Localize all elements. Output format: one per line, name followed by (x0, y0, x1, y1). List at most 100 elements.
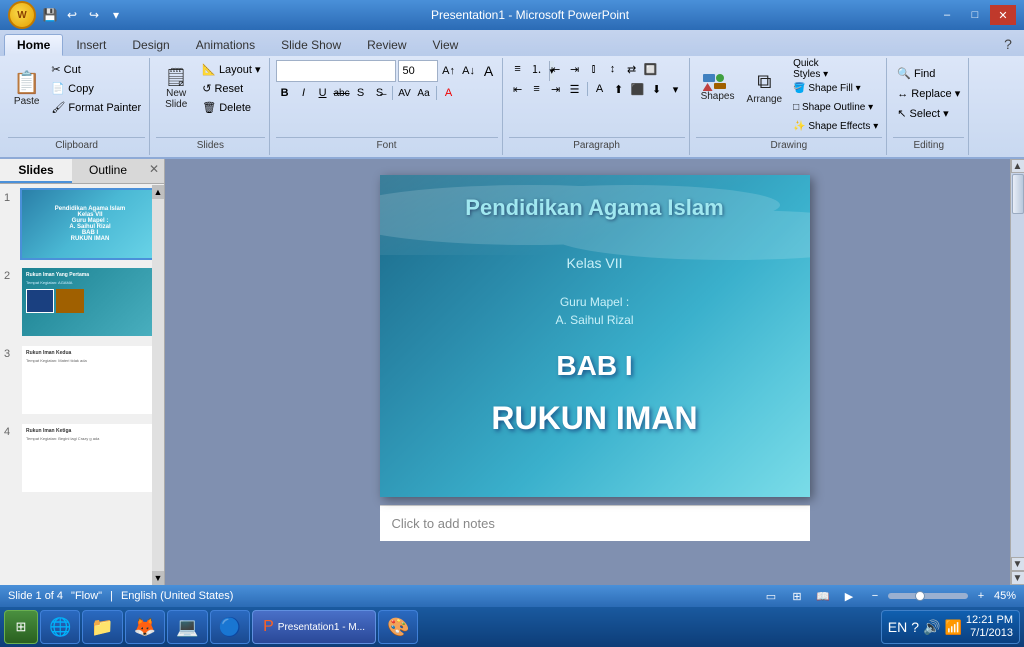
network-icon[interactable]: 📶 (944, 619, 961, 636)
slide-thumbnail-3[interactable]: 3 Rukun Iman Kedua Tempat Kegiatan: Mate… (4, 344, 160, 416)
shadow-btn[interactable]: S (352, 84, 370, 102)
help-icon[interactable]: ? (996, 32, 1020, 56)
justify-btn[interactable]: ☰ (566, 80, 584, 98)
font-name-combo[interactable]: ▾ (276, 60, 396, 82)
text-direction-btn[interactable]: ⇄ (623, 60, 641, 78)
tab-home[interactable]: Home (4, 34, 63, 56)
decrease-font-btn[interactable]: A↓ (460, 62, 478, 80)
align-top-btn[interactable]: ⬆ (610, 80, 628, 98)
lang-indicator[interactable]: EN (888, 619, 907, 635)
tab-design[interactable]: Design (119, 34, 182, 56)
cut-button[interactable]: ✂ Cut (47, 60, 145, 78)
align-center-btn[interactable]: ≡ (528, 80, 546, 98)
copy-button[interactable]: 📄 Copy (47, 79, 145, 97)
shape-outline-button[interactable]: □ Shape Outline ▾ (789, 98, 882, 116)
find-button[interactable]: 🔍 Find (893, 64, 939, 82)
volume-icon[interactable]: 🔊 (923, 619, 940, 636)
bold-btn[interactable]: B (276, 84, 294, 102)
notes-area[interactable]: Click to add notes (380, 505, 810, 541)
shapes-button[interactable]: Shapes (696, 60, 740, 116)
scroll-down-button[interactable]: ▼ (1011, 571, 1024, 585)
paste-button[interactable]: 📋 Paste (8, 60, 45, 116)
slide-sorter-icon[interactable]: ⊞ (788, 589, 806, 603)
align-bottom-btn[interactable]: ⬇ (648, 80, 666, 98)
clear-font-btn[interactable]: A (480, 62, 498, 80)
start-button[interactable]: ⊞ (4, 610, 38, 644)
increase-indent-btn[interactable]: ⇥ (566, 60, 584, 78)
scroll-up-arrow[interactable]: ▲ (152, 185, 164, 199)
slide-thumb-1[interactable]: Pendidikan Agama IslamKelas VIIGuru Mape… (20, 188, 160, 260)
italic-btn[interactable]: I (295, 84, 313, 102)
text-options-btn[interactable]: ▾ (667, 80, 685, 98)
columns-btn[interactable]: ⫾ (585, 60, 603, 78)
close-button[interactable]: ✕ (990, 5, 1016, 25)
scroll-up-button[interactable]: ▲ (1011, 159, 1024, 173)
zoom-slider[interactable] (888, 593, 968, 599)
align-middle-btn[interactable]: ⬛ (629, 80, 647, 98)
reset-button[interactable]: ↺ Reset (198, 79, 264, 97)
slide-thumbnail-2[interactable]: 2 Rukun Iman Yang Pertama Tempat Kegiata… (4, 266, 160, 338)
tab-review[interactable]: Review (354, 34, 419, 56)
tab-insert[interactable]: Insert (63, 34, 119, 56)
slide-thumb-3[interactable]: Rukun Iman Kedua Tempat Kegiatan: Materi… (20, 344, 160, 416)
scroll-down-arrow[interactable]: ▼ (152, 571, 164, 585)
outline-tab[interactable]: Outline (72, 159, 144, 183)
tab-view[interactable]: View (420, 34, 472, 56)
bullets-btn[interactable]: ≡ (509, 60, 527, 78)
new-slide-button[interactable]: 🗒 NewSlide (156, 60, 196, 116)
text-shadow-btn[interactable]: A (591, 80, 609, 98)
scroll-thumb[interactable] (1012, 174, 1024, 214)
normal-view-icon[interactable]: ▭ (762, 589, 780, 603)
minimize-button[interactable]: – (934, 5, 960, 25)
change-case-btn[interactable]: Aa (415, 84, 433, 102)
underline-btn[interactable]: U (314, 84, 332, 102)
slide-thumb-4[interactable]: Rukun Iman Ketiga Tempat Kegiatan: Begin… (20, 422, 160, 494)
zoom-out-icon[interactable]: − (866, 589, 884, 603)
arrange-button[interactable]: ⧉ Arrange (742, 60, 788, 116)
font-color-btn[interactable]: A (440, 84, 458, 102)
strikethrough2-btn[interactable]: S̶ (371, 84, 389, 102)
char-spacing-btn[interactable]: AV (396, 84, 414, 102)
redo-button[interactable]: ↪ (84, 5, 104, 25)
select-button[interactable]: ↖ Select ▾ (893, 104, 952, 122)
quick-styles-button[interactable]: QuickStyles ▾ (789, 60, 882, 78)
undo-button[interactable]: ↩ (62, 5, 82, 25)
slide-canvas[interactable]: Pendidikan Agama Islam Kelas VII Guru Ma… (380, 175, 810, 497)
customize-button[interactable]: ▾ (106, 5, 126, 25)
shape-effects-button[interactable]: ✨ Shape Effects ▾ (789, 117, 882, 135)
slide-thumb-2[interactable]: Rukun Iman Yang Pertama Tempat Kegiatan:… (20, 266, 160, 338)
replace-button[interactable]: ↔ Replace ▾ (893, 84, 964, 102)
delete-button[interactable]: 🗑 Delete (198, 98, 264, 116)
zoom-in-icon[interactable]: + (972, 589, 990, 603)
numbering-btn[interactable]: ⒈ (528, 60, 546, 78)
close-panel-button[interactable]: ✕ (146, 161, 162, 177)
tab-slideshow[interactable]: Slide Show (268, 34, 354, 56)
align-right-btn[interactable]: ⇥ (547, 80, 565, 98)
format-painter-button[interactable]: 🖌 Format Painter (47, 98, 145, 116)
slideshow-icon[interactable]: ▶ (840, 589, 858, 603)
ie-button[interactable]: 🌐 (40, 610, 80, 644)
align-left-btn[interactable]: ⇤ (509, 80, 527, 98)
layout-button[interactable]: 📐 Layout ▾ (198, 60, 264, 78)
maximize-button[interactable]: □ (962, 5, 988, 25)
slides-tab[interactable]: Slides (0, 159, 72, 183)
scroll-bottom-arrow[interactable]: ▼ (1011, 557, 1024, 571)
slide-thumbnail-1[interactable]: 1 Pendidikan Agama IslamKelas VIIGuru Ma… (4, 188, 160, 260)
paint-button[interactable]: 🎨 (378, 610, 418, 644)
tab-animations[interactable]: Animations (183, 34, 268, 56)
firefox-button[interactable]: 🦊 (125, 610, 165, 644)
help-tray-icon[interactable]: ? (911, 619, 919, 635)
explorer-button[interactable]: 📁 (82, 610, 122, 644)
office-button[interactable]: W (8, 1, 36, 29)
computer-button[interactable]: 💻 (167, 610, 207, 644)
slide-thumbnail-4[interactable]: 4 Rukun Iman Ketiga Tempat Kegiatan: Beg… (4, 422, 160, 494)
decrease-indent-btn[interactable]: ⇤ (547, 60, 565, 78)
font-size-combo[interactable]: ▾ (398, 60, 438, 82)
save-button[interactable]: 💾 (40, 5, 60, 25)
chrome-button[interactable]: 🔵 (210, 610, 250, 644)
increase-font-btn[interactable]: A↑ (440, 62, 458, 80)
convert-to-smartart-btn[interactable]: 🔲 (642, 60, 660, 78)
reading-view-icon[interactable]: 📖 (814, 589, 832, 603)
shape-fill-button[interactable]: 🪣 Shape Fill ▾ (789, 79, 882, 97)
strikethrough-btn[interactable]: abc (333, 84, 351, 102)
